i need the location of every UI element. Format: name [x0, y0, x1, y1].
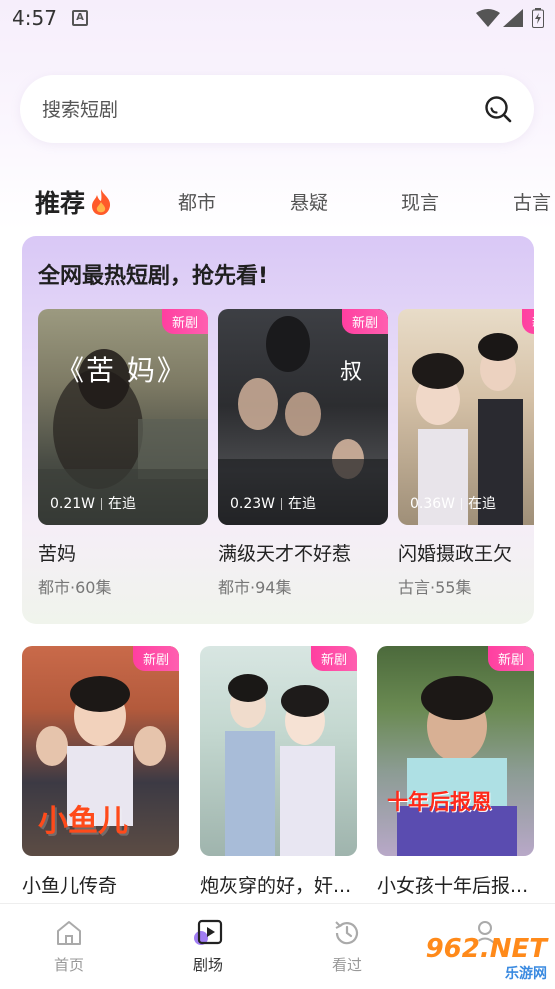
nav-label: 剧场 [192, 956, 223, 974]
watermark-logo: 962.NET 乐游网 [425, 934, 547, 982]
status-bar: 4:57 A [0, 0, 555, 38]
tab-ancient-romance[interactable]: 古言 [513, 188, 551, 215]
drama-card[interactable]: 叔 新剧 0.23W 在追 满级天才不好惹 都市·94集 [218, 309, 388, 598]
drama-poster[interactable]: 叔 新剧 0.23W 在追 [218, 309, 388, 525]
nav-home[interactable]: 首页 [29, 918, 109, 975]
drama-card[interactable]: 新剧 炮灰穿的好，奸... [200, 646, 357, 898]
drama-poster[interactable]: 新剧 [200, 646, 357, 856]
drama-title: 小鱼儿传奇 [22, 875, 118, 897]
drama-card[interactable]: 新剧 0.36W在追 闪婚摄政王欠 古言·55集 [398, 309, 534, 598]
nav-label: 首页 [53, 956, 84, 974]
new-badge: 新剧 [310, 646, 357, 671]
nav-history[interactable]: 看过 [307, 918, 387, 975]
drama-meta: 都市·60集 [38, 578, 112, 597]
view-count: 0.36W 在追 [410, 496, 497, 512]
drama-title: 炮灰穿的好，奸... [200, 875, 352, 897]
poster-title: 小鱼儿 [38, 804, 128, 839]
svg-text:叔: 叔 [340, 360, 362, 385]
signal-icon [503, 9, 523, 27]
drama-title: 苦妈 [38, 543, 77, 565]
drama-card[interactable]: 小鱼儿 新剧 小鱼儿传奇 [22, 646, 179, 898]
drama-meta: 都市·94集 [218, 578, 292, 597]
history-icon [335, 921, 359, 945]
new-badge: 新剧 [487, 646, 534, 671]
drama-poster[interactable]: 新剧 0.36W在追 [398, 309, 534, 525]
drama-poster[interactable]: 小鱼儿 新剧 [22, 646, 179, 856]
view-count: 0.21W 在追 [50, 496, 137, 512]
wifi-icon [476, 9, 500, 27]
home-icon [57, 921, 81, 945]
notification-icon: A [72, 10, 88, 26]
drama-title: 满级天才不好惹 [218, 543, 352, 565]
drama-poster[interactable]: 十年后报恩 新剧 [377, 646, 534, 856]
new-badge: 新剧 [341, 309, 388, 334]
new-badge: 新剧 [132, 646, 179, 671]
category-tabs: 推荐 都市 悬疑 现言 古言 [0, 178, 555, 228]
search-input[interactable] [40, 93, 464, 127]
drama-meta: 古言·55集 [398, 578, 472, 597]
status-time: 4:57 [12, 6, 57, 30]
featured-title: 全网最热短剧，抢先看! [38, 264, 269, 289]
fire-icon [89, 188, 113, 222]
view-count: 0.23W 在追 [230, 496, 317, 512]
tab-city[interactable]: 都市 [178, 188, 216, 215]
drama-card[interactable]: 《苦 妈》 新剧 0.21W 在追 苦妈 都市·60集 [38, 309, 208, 598]
nav-theater[interactable]: 剧场 [168, 918, 248, 975]
search-icon[interactable] [484, 95, 512, 123]
search-bar[interactable] [20, 75, 534, 143]
poster-title: 《苦 妈》 [56, 354, 187, 387]
tab-suspense[interactable]: 悬疑 [290, 188, 328, 215]
new-badge: 新剧 [161, 309, 208, 334]
battery-icon [532, 8, 544, 28]
drama-title: 小女孩十年后报... [377, 875, 529, 897]
drama-card[interactable]: 十年后报恩 新剧 小女孩十年后报... [377, 646, 534, 898]
poster-art [397, 676, 517, 856]
tab-label: 推荐 [35, 189, 86, 218]
tab-modern-romance[interactable]: 现言 [401, 188, 439, 215]
nav-label: 看过 [331, 956, 362, 974]
bottom-navigation: 首页 剧场 看过 962.NET 乐游网 [0, 903, 555, 989]
poster-title: 十年后报恩 [387, 790, 492, 814]
featured-section: 全网最热短剧，抢先看! 《苦 妈》 新剧 0.21W在追 苦妈 都市·60集 [22, 236, 534, 624]
theater-icon [194, 919, 223, 945]
tab-recommend[interactable]: 推荐 [35, 184, 113, 222]
drama-poster[interactable]: 《苦 妈》 新剧 0.21W 在追 [38, 309, 208, 525]
poster-art [225, 674, 335, 856]
drama-title: 闪婚摄政王欠 [398, 543, 513, 565]
featured-carousel[interactable]: 《苦 妈》 新剧 0.21W 在追 苦妈 都市·60集 叔 新剧 0.23W 在追 [38, 309, 534, 609]
drama-grid: 小鱼儿 新剧 小鱼儿传奇 新剧 炮灰穿的好，奸... 十年后报恩 新剧 小女孩十… [22, 646, 555, 898]
